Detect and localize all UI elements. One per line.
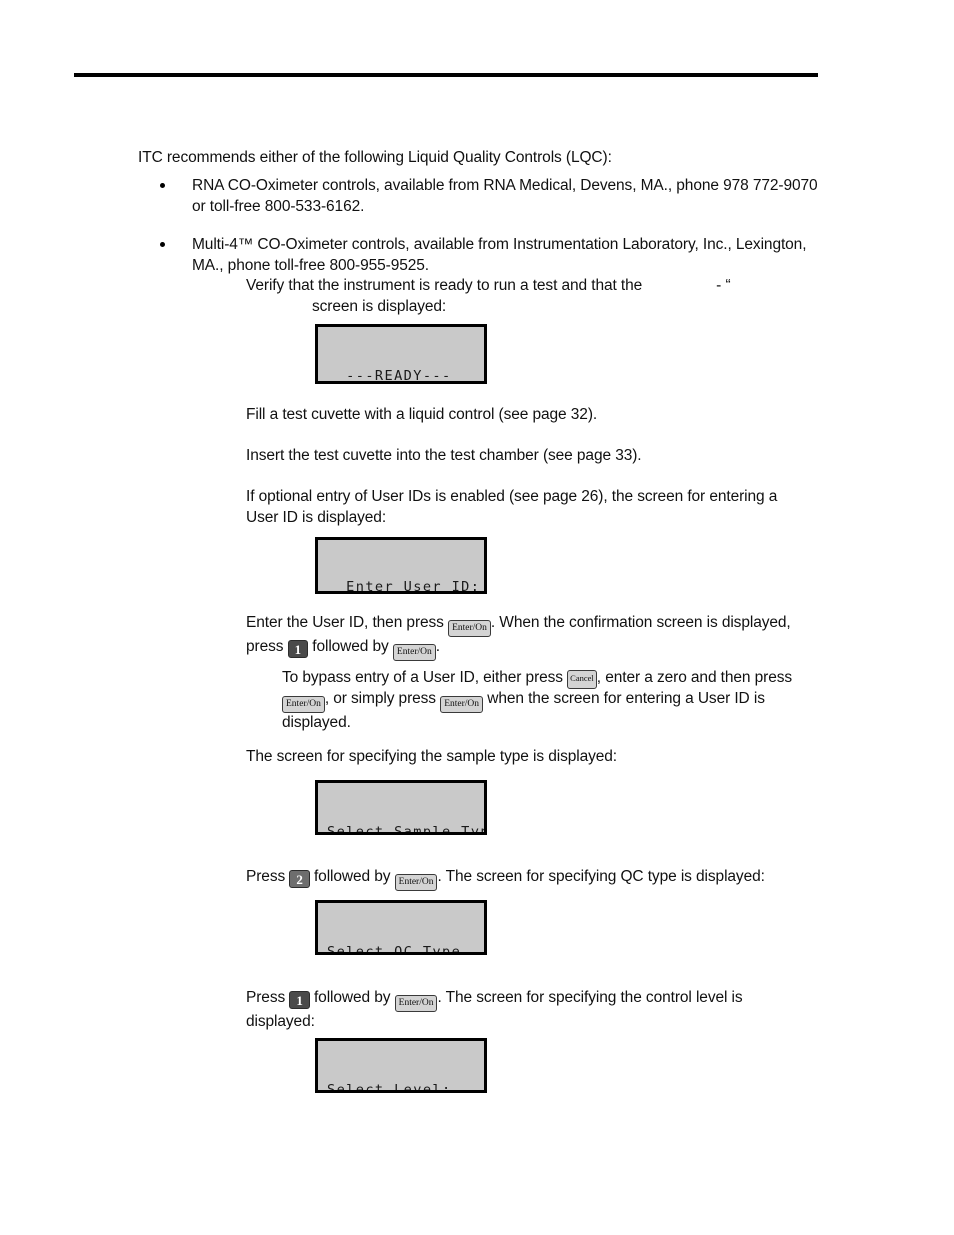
enter-on-key[interactable]: Enter/On xyxy=(394,995,438,1012)
select-qc-type-screen: Select QC Type 1. Liquid 2. Optical xyxy=(315,900,487,955)
document-page: ITC recommends either of the following L… xyxy=(0,0,954,1235)
enter-user-id-text-3: followed by xyxy=(312,638,389,655)
insert-cuvette-paragraph: Insert the test cuvette into the test ch… xyxy=(246,447,642,464)
ready-screen: ---READY--- Insert Cuvette Cal Code = 29… xyxy=(315,324,487,384)
lcd-line: Enter User ID: xyxy=(327,579,481,594)
list-item-text: Multi-4™ CO-Oximeter controls, available… xyxy=(192,236,807,274)
cancel-key[interactable]: Cancel xyxy=(567,670,597,689)
enter-user-id-screen: Enter User ID: ***** ****** (Up to 9 dig… xyxy=(315,537,487,594)
lcd-line: ---READY--- xyxy=(327,368,452,384)
numeric-key-1[interactable]: 1 xyxy=(287,640,309,658)
intro-paragraph: ITC recommends either of the following L… xyxy=(138,149,612,166)
select-level-screen: Select Level: 1. Level 1 2. Level 2 3. L… xyxy=(315,1038,487,1093)
numeric-key-2[interactable]: 2 xyxy=(289,870,310,888)
enter-on-key[interactable]: Enter/On xyxy=(448,620,491,637)
list-item: Multi-4™ CO-Oximeter controls, available… xyxy=(138,235,828,276)
bypass-text-1: To bypass entry of a User ID, either pre… xyxy=(282,669,563,686)
verify-text-a: Verify that the instrument is ready to r… xyxy=(246,277,643,294)
enter-user-id-text-4: . xyxy=(435,638,440,655)
press-1-text-2: followed by xyxy=(313,989,391,1006)
press-1-paragraph: Press 1 followed by Enter/On. The screen… xyxy=(246,988,766,1033)
header-rule xyxy=(74,73,818,77)
verify-ready-paragraph: Verify that the instrument is ready to r… xyxy=(246,276,824,317)
press-2-paragraph: Press 2 followed by Enter/On. The screen… xyxy=(246,867,816,891)
bullet-dot-icon xyxy=(160,183,165,188)
select-sample-type-screen: Select Sample Type 1. Patient 2. QC xyxy=(315,780,487,835)
numeric-key-1[interactable]: 1 xyxy=(289,991,310,1009)
bypass-text-3: , or simply press xyxy=(324,690,436,707)
verify-text-b: - “ xyxy=(716,277,731,294)
bullet-dot-icon xyxy=(160,242,165,248)
press-2-text-1: Press xyxy=(246,868,286,885)
bypass-text-2: , enter a zero and then press xyxy=(596,669,793,686)
lcd-line: Select QC Type xyxy=(327,944,462,955)
lcd-line: Select Level: xyxy=(327,1082,452,1093)
enter-on-key[interactable]: Enter/On xyxy=(282,696,325,713)
enter-on-key[interactable]: Enter/On xyxy=(392,644,436,661)
list-item-text: RNA CO-Oximeter controls, available from… xyxy=(192,177,818,215)
press-1-text-1: Press xyxy=(246,989,286,1006)
press-2-text-3: . The screen for specifying QC type is d… xyxy=(437,868,765,885)
verify-text-c: screen is displayed: xyxy=(312,297,447,315)
enter-on-key[interactable]: Enter/On xyxy=(440,696,484,713)
fill-cuvette-paragraph: Fill a test cuvette with a liquid contro… xyxy=(246,406,598,423)
lcd-line: Select Sample Type xyxy=(327,824,487,835)
bypass-user-id-paragraph: To bypass entry of a User ID, either pre… xyxy=(282,668,827,734)
user-id-enabled-paragraph: If optional entry of User IDs is enabled… xyxy=(246,488,778,526)
enter-user-id-paragraph: Enter the User ID, then press Enter/On. … xyxy=(246,613,816,661)
enter-user-id-text-1: Enter the User ID, then press xyxy=(246,614,444,631)
press-2-text-2: followed by xyxy=(313,868,391,885)
enter-on-key[interactable]: Enter/On xyxy=(394,874,438,891)
sample-type-intro-paragraph: The screen for specifying the sample typ… xyxy=(246,748,617,765)
list-item: RNA CO-Oximeter controls, available from… xyxy=(138,176,828,217)
